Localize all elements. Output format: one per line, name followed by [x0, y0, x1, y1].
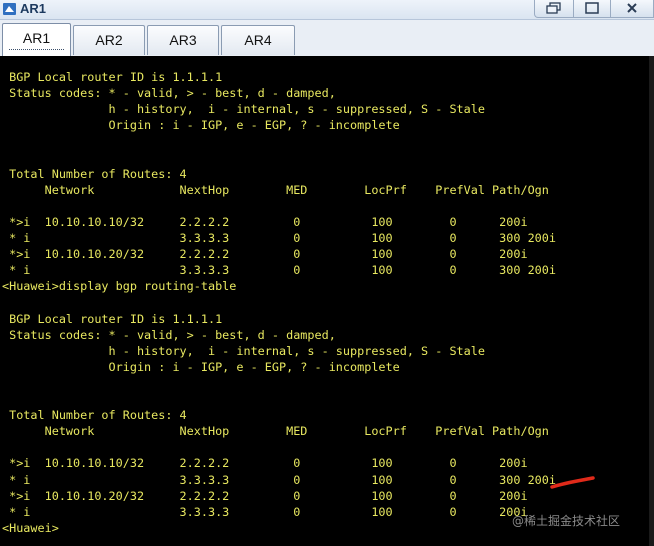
terminal-console[interactable]: BGP Local router ID is 1.1.1.1 Status co… [0, 56, 654, 546]
terminal-line: * i 3.3.3.3 0 100 0 300 200i [2, 231, 556, 245]
tab-ar1[interactable]: AR1 [2, 23, 71, 56]
title-bar: AR1 [0, 0, 654, 20]
terminal-line: *>i 10.10.10.10/32 2.2.2.2 0 100 0 200i [2, 456, 528, 471]
minimize-button[interactable] [534, 0, 574, 18]
terminal-line: Status codes: * - valid, > - best, d - d… [2, 327, 336, 342]
tab-bar: AR1 AR2 AR3 AR4 [0, 20, 654, 56]
terminal-line: *>i 10.10.10.20/32 2.2.2.2 0 100 0 200i [2, 247, 528, 262]
terminal-line: <Huawei>display bgp routing-table [2, 279, 237, 294]
restore-icon [546, 2, 561, 14]
close-button[interactable] [610, 0, 654, 18]
watermark: @稀土掘金技术社区 [512, 514, 621, 528]
tab-ar2[interactable]: AR2 [73, 25, 145, 55]
terminal-line: Total Number of Routes: 4 [2, 408, 187, 423]
tab-ar4[interactable]: AR4 [221, 25, 295, 55]
maximize-button[interactable] [573, 0, 611, 18]
terminal-line: *>i 10.10.10.10/32 2.2.2.2 0 100 0 200i [2, 214, 528, 229]
terminal-line: *>i 10.10.10.20/32 2.2.2.2 0 100 0 200i [2, 488, 528, 503]
terminal-line: Total Number of Routes: 4 [2, 166, 187, 181]
tab-ar3[interactable]: AR3 [147, 25, 219, 55]
window-title: AR1 [20, 1, 47, 16]
red-annotation-mark [550, 476, 595, 489]
window-controls [534, 0, 654, 19]
maximize-icon [585, 2, 599, 14]
terminal-line: Network NextHop MED LocPrf PrefVal Path/… [2, 424, 549, 439]
terminal-line: * i 3.3.3.3 0 100 0 200i [2, 504, 528, 519]
terminal-line: * i 3.3.3.3 0 100 0 300 200i [2, 263, 556, 278]
terminal-line: h - history, i - internal, s - suppresse… [2, 343, 485, 358]
close-icon [627, 3, 637, 13]
terminal-line: Network NextHop MED LocPrf PrefVal Path/… [2, 182, 549, 197]
scrollbar[interactable] [649, 56, 654, 546]
app-logo-icon [3, 3, 16, 15]
terminal-line: h - history, i - internal, s - suppresse… [2, 102, 485, 117]
terminal-line: BGP Local router ID is 1.1.1.1 [2, 311, 223, 326]
terminal-line: * i 3.3.3.3 0 100 0 300 200i [2, 472, 556, 487]
terminal-line: <Huawei> [2, 520, 59, 535]
terminal-line: Origin : i - IGP, e - EGP, ? - incomplet… [2, 359, 400, 374]
terminal-line: BGP Local router ID is 1.1.1.1 [2, 70, 223, 84]
terminal-line: Origin : i - IGP, e - EGP, ? - incomplet… [2, 118, 400, 133]
terminal-line: Status codes: * - valid, > - best, d - d… [2, 86, 336, 101]
